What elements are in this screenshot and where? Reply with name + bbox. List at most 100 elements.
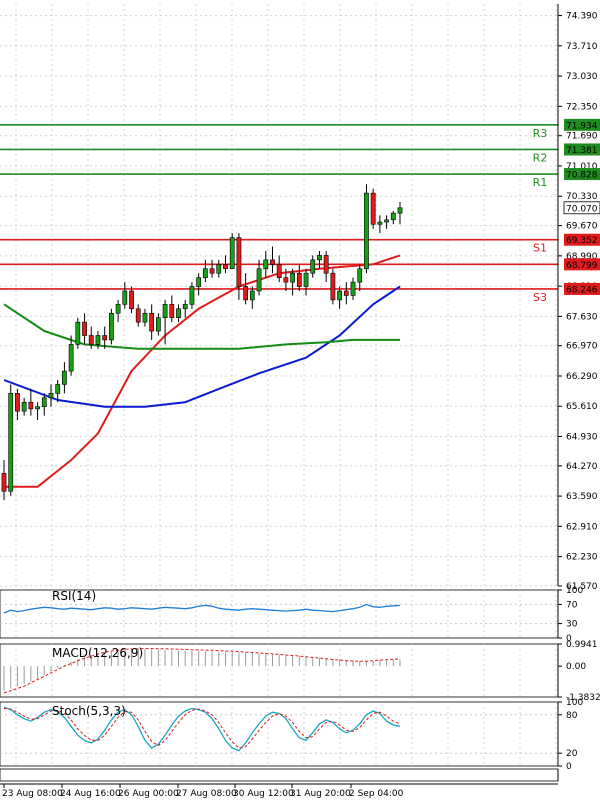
candle	[303, 272, 309, 287]
rsi-tick-label: 30	[566, 620, 578, 630]
stoch-tick-label: 100	[566, 698, 583, 708]
candle	[296, 272, 302, 287]
empty-pane	[0, 768, 559, 782]
candle	[8, 393, 14, 492]
time-tick-label: 31 Aug 20:00	[290, 789, 351, 799]
time-tick-label: 30 Aug 12:00	[233, 789, 294, 799]
candle	[129, 290, 134, 310]
candle	[176, 308, 181, 318]
current-price-label: 70.070	[566, 204, 598, 214]
price-tick-label: 64.930	[566, 432, 598, 442]
candle	[169, 304, 175, 318]
rsi-title: RSI(14)	[52, 589, 96, 603]
price-tick-label: 65.610	[566, 402, 598, 412]
rsi-tick-label: 100	[566, 586, 583, 596]
candle	[155, 317, 161, 332]
candle	[216, 263, 222, 274]
price-tick-label: 72.350	[566, 102, 598, 112]
level-price-label: 68.246	[566, 285, 598, 295]
chart-root: R3 R2 R1 S1 S3 74.390 73.710 73.030 72.350 71.690…	[0, 0, 600, 803]
candle	[1, 473, 7, 492]
candle	[196, 277, 202, 287]
candle	[135, 308, 141, 323]
candle	[243, 286, 249, 301]
candle	[236, 237, 242, 287]
candle	[95, 335, 101, 345]
candle	[75, 321, 81, 345]
candle	[182, 304, 188, 310]
candle	[229, 237, 235, 270]
candle	[317, 255, 322, 261]
candle	[68, 344, 74, 372]
price-tick-label: 64.270	[566, 462, 598, 472]
price-tick-label: 73.710	[566, 42, 598, 52]
candle	[55, 384, 61, 394]
chart-canvas: R3 R2 R1 S1 S3 74.390 73.710 73.030 72.350 71.690…	[0, 4, 600, 799]
candle	[290, 272, 295, 283]
candle	[122, 290, 128, 305]
price-tick-label: 69.670	[566, 222, 598, 232]
level-name-s3: S3	[533, 291, 547, 304]
stoch-tick-label: 80	[566, 711, 578, 721]
price-tick-label: 74.390	[566, 12, 598, 22]
candle	[350, 281, 356, 296]
candle	[343, 290, 349, 296]
price-tick-label: 63.590	[566, 492, 598, 502]
candle	[323, 255, 329, 274]
level-name-s1: S1	[533, 242, 547, 255]
price-tick-label: 70.330	[566, 192, 598, 202]
level-price-label: 71.381	[566, 146, 598, 156]
level-name-r3: R3	[533, 127, 548, 140]
level-price-label: 68.799	[566, 261, 598, 271]
stoch-title: Stoch(5,3,3)	[52, 704, 126, 718]
price-pane	[0, 4, 558, 586]
candle	[48, 393, 54, 399]
candle	[384, 219, 389, 223]
time-tick-label: 23 Aug 08:00	[2, 789, 63, 799]
macd-tick-label: 0.00	[566, 662, 586, 672]
candle	[162, 304, 168, 318]
price-tick-label: 73.030	[566, 72, 598, 82]
time-tick-label: 27 Aug 08:00	[176, 789, 237, 799]
price-tick-label: 62.910	[566, 522, 598, 532]
price-tick-label: 62.230	[566, 553, 598, 563]
candle	[310, 259, 316, 274]
candle	[115, 304, 121, 314]
level-price-label: 69.352	[566, 236, 598, 246]
price-tick-label: 71.690	[566, 132, 598, 142]
candle	[283, 277, 289, 283]
candle	[256, 268, 262, 292]
candle	[189, 286, 195, 305]
price-tick-label: 66.290	[566, 372, 598, 382]
candle	[82, 321, 87, 336]
candle	[276, 263, 282, 278]
level-price-label: 71.934	[566, 121, 598, 131]
candle	[249, 290, 255, 301]
candle	[28, 401, 34, 410]
price-tick-label: 66.970	[566, 342, 598, 352]
candle	[330, 272, 336, 301]
candle	[364, 192, 369, 270]
candle	[88, 335, 94, 345]
candle	[263, 259, 269, 270]
candle	[337, 290, 342, 301]
candle	[397, 207, 403, 214]
level-price-label: 70.828	[566, 171, 598, 181]
candle	[102, 335, 108, 341]
level-name-r1: R1	[533, 176, 548, 189]
candle	[41, 397, 47, 407]
time-tick-label: 26 Aug 00:00	[118, 789, 179, 799]
candle	[149, 312, 155, 332]
candle	[35, 406, 40, 410]
macd-title: MACD(12,26,9)	[52, 646, 143, 660]
stoch-tick-label: 20	[566, 749, 578, 759]
candle	[390, 212, 396, 221]
stoch-tick-label: 0	[566, 762, 572, 772]
price-tick-label: 67.630	[566, 312, 598, 322]
candle	[370, 192, 376, 225]
candle	[62, 370, 67, 385]
candle	[357, 268, 363, 283]
candle	[21, 401, 27, 412]
candle	[377, 221, 383, 225]
candle	[109, 312, 114, 341]
